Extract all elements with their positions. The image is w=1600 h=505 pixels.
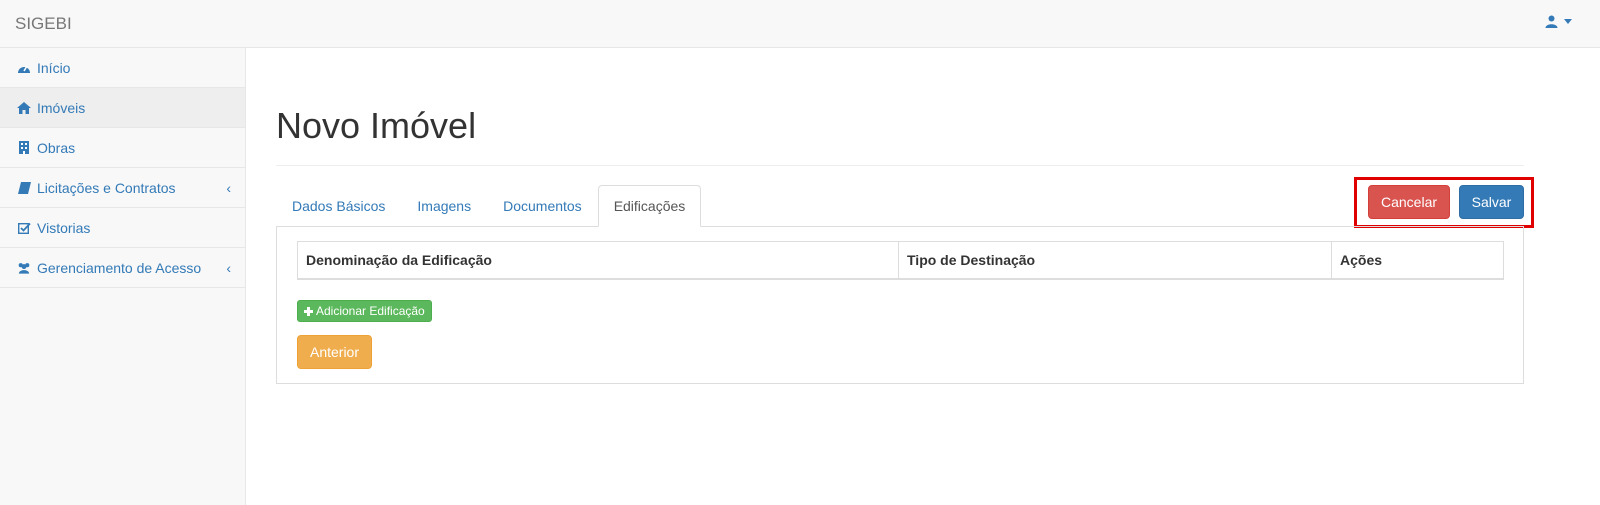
tab-documentos[interactable]: Documentos (487, 185, 598, 227)
column-header-acoes: Ações (1331, 241, 1504, 280)
book-icon (17, 181, 31, 195)
table-header-row: Denominação da Edificação Tipo de Destin… (297, 241, 1504, 280)
user-icon (1545, 15, 1558, 28)
tab-dados-basicos[interactable]: Dados Básicos (276, 185, 401, 227)
top-navbar: SIGEBI (0, 0, 1600, 48)
sidebar-item-label: Imóveis (37, 99, 86, 116)
page-title: Novo Imóvel (276, 105, 477, 146)
main-content: Novo Imóvel Dados Básicos Imagens Docume… (246, 48, 1600, 505)
previous-button[interactable]: Anterior (297, 335, 372, 369)
user-menu[interactable] (1545, 15, 1572, 28)
sidebar-item-label: Início (37, 59, 71, 76)
column-header-denominacao: Denominação da Edificação (297, 241, 899, 280)
sidebar-item-gerenciamento[interactable]: Gerenciamento de Acesso ‹ (0, 248, 245, 288)
save-button[interactable]: Salvar (1459, 185, 1524, 219)
dashboard-icon (17, 61, 31, 75)
add-edificacao-button[interactable]: Adicionar Edificação (297, 300, 432, 322)
sidebar-item-label: Obras (37, 139, 76, 156)
caret-down-icon (1564, 19, 1572, 24)
column-header-tipo: Tipo de Destinação (898, 241, 1332, 280)
home-icon (17, 101, 31, 115)
tab-edificacoes[interactable]: Edificações (597, 185, 702, 227)
tab-panel: Denominação da Edificação Tipo de Destin… (276, 226, 1524, 384)
sidebar: Início Imóveis Obras Licitações e Contra… (0, 48, 246, 505)
sidebar-item-label: Vistorias (37, 219, 91, 236)
add-edificacao-label: Adicionar Edificação (316, 304, 425, 318)
sidebar-item-obras[interactable]: Obras (0, 128, 245, 168)
chevron-left-icon: ‹ (226, 180, 231, 196)
tab-imagens[interactable]: Imagens (401, 185, 487, 227)
edificacoes-table: Denominação da Edificação Tipo de Destin… (297, 241, 1504, 280)
sidebar-item-imoveis[interactable]: Imóveis (0, 88, 245, 128)
sidebar-item-licitacoes[interactable]: Licitações e Contratos ‹ (0, 168, 245, 208)
plus-icon (304, 306, 313, 316)
users-icon (17, 261, 31, 275)
sidebar-item-inicio[interactable]: Início (0, 48, 245, 88)
cancel-button[interactable]: Cancelar (1368, 185, 1450, 219)
check-square-icon (17, 221, 31, 235)
sidebar-item-label: Licitações e Contratos (37, 179, 176, 196)
tab-bar: Dados Básicos Imagens Documentos Edifica… (276, 185, 702, 227)
chevron-left-icon: ‹ (226, 260, 231, 276)
sidebar-item-label: Gerenciamento de Acesso (37, 259, 202, 276)
sidebar-item-vistorias[interactable]: Vistorias (0, 208, 245, 248)
title-divider (276, 165, 1524, 166)
brand-link[interactable]: SIGEBI (15, 14, 72, 34)
building-icon (17, 141, 31, 155)
